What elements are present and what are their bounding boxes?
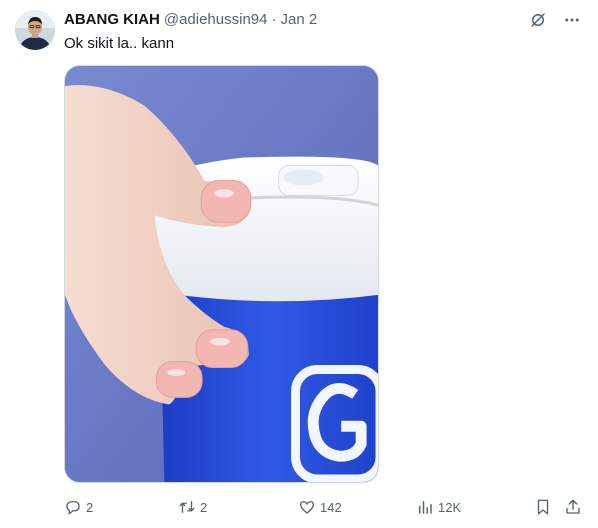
reply-button[interactable]: 2	[64, 496, 93, 518]
reply-count: 2	[86, 499, 94, 515]
media-image	[65, 66, 378, 482]
more-icon[interactable]	[562, 10, 582, 30]
tweet-media[interactable]: G	[64, 65, 379, 483]
top-actions	[528, 10, 582, 30]
repost-button[interactable]: 2	[178, 496, 207, 518]
avatar[interactable]	[15, 10, 55, 50]
repost-count: 2	[200, 499, 208, 515]
bookmark-icon	[537, 499, 549, 515]
author-name[interactable]: ABANG KIAH	[64, 11, 160, 28]
author-handle[interactable]: @adiehussin94	[164, 11, 268, 28]
views-button[interactable]: 12K	[416, 496, 461, 518]
separator-dot: ·	[271, 11, 277, 28]
avatar-image	[15, 10, 55, 50]
heart-icon	[299, 501, 315, 514]
tweet-header: ABANG KIAH @adiehussin94 · Jan 2	[64, 11, 317, 28]
tweet[interactable]: ABANG KIAH @adiehussin94 · Jan 2 Ok siki…	[0, 0, 598, 528]
share-button[interactable]	[564, 496, 582, 518]
views-count: 12K	[438, 499, 462, 515]
like-count: 142	[320, 499, 342, 515]
grok-icon[interactable]	[528, 10, 548, 30]
like-button[interactable]: 142	[298, 496, 342, 518]
action-bar: 2 2 142 12K	[64, 496, 584, 518]
tweet-date[interactable]: Jan 2	[280, 11, 317, 28]
share-icon	[566, 499, 580, 514]
bookmark-button[interactable]	[534, 496, 552, 518]
reply-icon	[66, 501, 80, 515]
views-icon	[419, 501, 432, 514]
repost-icon	[179, 501, 195, 513]
tweet-text: Ok sikit la.. kann	[64, 35, 175, 52]
